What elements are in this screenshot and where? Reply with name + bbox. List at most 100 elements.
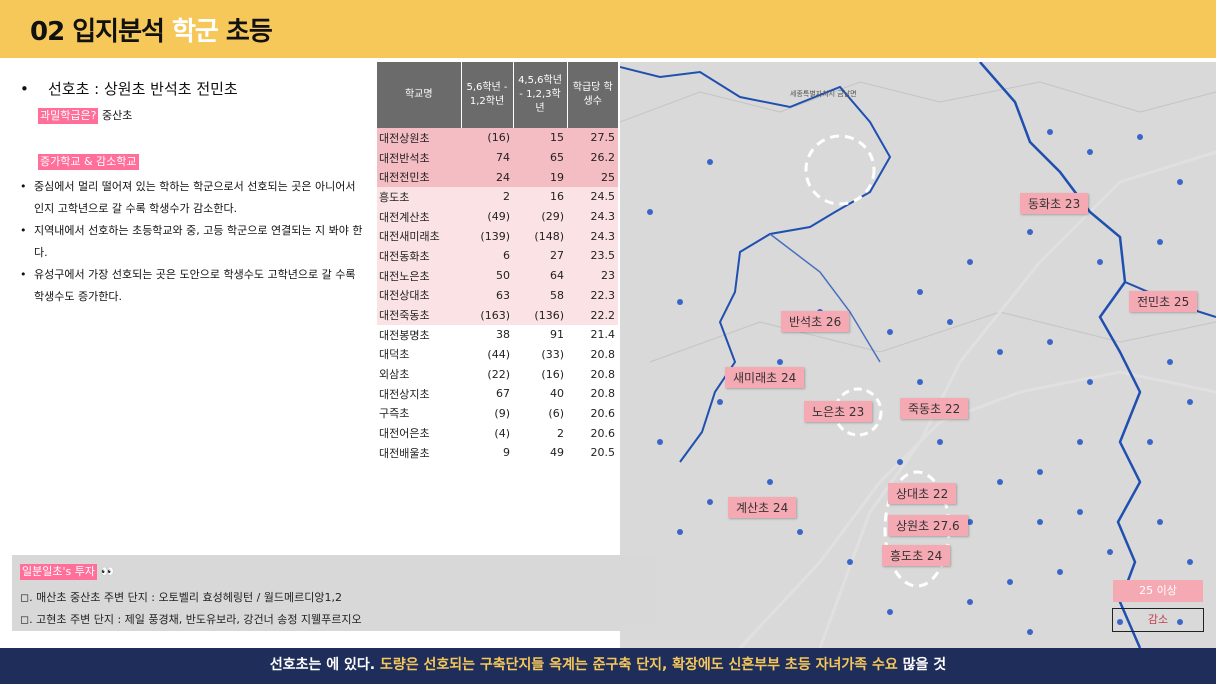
preferred-schools-text: 선호초 : 상원초 반석초 전민초 bbox=[48, 80, 238, 98]
map-label-noeun[interactable]: 노은초 23 bbox=[804, 401, 873, 422]
map-label-gyesan[interactable]: 계산초 24 bbox=[728, 497, 797, 518]
value-cell: 27 bbox=[513, 246, 567, 266]
value-cell: 20.6 bbox=[590, 406, 616, 420]
school-table-container: 학교명 5,6학년 - 1,2학년 4,5,6학년 - 1,2,3학년 학급당 … bbox=[377, 62, 618, 463]
map-label-saemirae[interactable]: 새미래초 24 bbox=[725, 367, 805, 388]
preferred-schools-heading: • 선호초 : 상원초 반석초 전민초 bbox=[20, 78, 365, 99]
footer-text-b: 도량은 선호되는 구축단지들 옥계는 준구축 단지, 확장에도 신혼부부 초등 … bbox=[379, 657, 898, 673]
value-cell: (6) bbox=[548, 406, 564, 420]
school-name-cell: 대전상원초 bbox=[377, 128, 461, 148]
value-cell: (44) bbox=[487, 347, 510, 361]
value-cell: 38 bbox=[496, 328, 510, 342]
school-name-cell: 대전전민초 bbox=[377, 167, 461, 188]
school-name-cell: 대전계산초 bbox=[377, 206, 461, 227]
value-cell: 9 bbox=[503, 446, 510, 460]
table-row: 대전새미래초 (139) (148) 24.3 bbox=[377, 226, 618, 247]
note-item: 지역내에서 선호하는 초등학교와 중, 고등 학군으로 연결되는 지 봐야 한다… bbox=[20, 220, 365, 264]
map-label-heungdo[interactable]: 흥도초 24 bbox=[882, 545, 951, 566]
note-item: 유성구에서 가장 선호되는 곳은 도안으로 학생수도 고학년으로 갈 수록 학생… bbox=[20, 264, 365, 308]
value-cell: 2 bbox=[461, 187, 513, 207]
school-name-cell: 대전노은초 bbox=[377, 265, 461, 286]
value-cell: (148) bbox=[513, 226, 567, 247]
table-row: 대전상대초 63 58 22.3 bbox=[377, 285, 618, 306]
investment-heading: 일분일초's 투자 👀 bbox=[20, 564, 649, 580]
value-cell: 49 bbox=[550, 446, 564, 460]
value-cell: (163) bbox=[461, 305, 513, 325]
value-cell: (33) bbox=[541, 347, 564, 361]
value-cell: 24.3 bbox=[567, 226, 618, 247]
value-cell: 64 bbox=[513, 265, 567, 286]
title-highlight: 학군 bbox=[172, 17, 219, 47]
value-cell: 27.5 bbox=[567, 128, 618, 148]
value-cell: 23.5 bbox=[567, 246, 618, 266]
table-row: 대전봉명초 38 91 21.4 bbox=[377, 325, 618, 345]
value-cell: 26.2 bbox=[567, 147, 618, 168]
school-student-table: 학교명 5,6학년 - 1,2학년 4,5,6학년 - 1,2,3학년 학급당 … bbox=[377, 62, 618, 463]
map-label-jeonmin[interactable]: 전민초 25 bbox=[1129, 291, 1198, 312]
value-cell: (136) bbox=[513, 305, 567, 325]
value-cell: 19 bbox=[513, 167, 567, 188]
school-name-cell: 대덕초 bbox=[379, 348, 410, 362]
table-row: 대전상지초 67 40 20.8 bbox=[377, 384, 618, 404]
value-cell: 74 bbox=[461, 147, 513, 168]
value-cell: 20.6 bbox=[590, 426, 616, 440]
bullet-dot: • bbox=[20, 80, 29, 98]
table-row: 대전노은초 50 64 23 bbox=[377, 265, 618, 286]
value-cell: 20.8 bbox=[590, 387, 616, 401]
table-row: 대덕초 (44) (33) 20.8 bbox=[377, 345, 618, 365]
school-name-cell: 대전반석초 bbox=[377, 147, 461, 168]
investment-tag: 일분일초's 투자 bbox=[20, 564, 97, 580]
town-label: 세종특별자치시 금남면 bbox=[790, 89, 857, 98]
value-cell: 15 bbox=[513, 128, 567, 148]
legend-low: 감소 bbox=[1147, 613, 1169, 626]
value-cell: 63 bbox=[461, 285, 513, 306]
school-name-cell: 대전봉명초 bbox=[379, 328, 430, 342]
analysis-notes: • 선호초 : 상원초 반석초 전민초 과밀학급은? 중산초 증가학교 & 감소학… bbox=[20, 78, 365, 308]
overcrowd-tag: 과밀학급은? bbox=[38, 108, 99, 124]
table-row: 흥도초 2 16 24.5 bbox=[377, 187, 618, 207]
value-cell: 65 bbox=[513, 147, 567, 168]
table-row: 대전어은초 (4) 2 20.6 bbox=[377, 423, 618, 443]
value-cell: 23 bbox=[567, 265, 618, 286]
value-cell: 6 bbox=[461, 246, 513, 266]
value-cell: (4) bbox=[494, 426, 510, 440]
table-row: 구즉초 (9) (6) 20.6 bbox=[377, 404, 618, 424]
value-cell: 20.5 bbox=[590, 446, 616, 460]
section-number: 02 bbox=[30, 17, 65, 47]
header-bar: 02 입지분석 학군 초등 bbox=[0, 0, 1216, 58]
value-cell: 21.4 bbox=[590, 328, 616, 342]
value-cell: 91 bbox=[550, 328, 564, 342]
value-cell: (9) bbox=[494, 406, 510, 420]
map-label-sangdae[interactable]: 상대초 22 bbox=[888, 483, 957, 504]
investment-box: 일분일초's 투자 👀 ◻. 매산초 중산초 주변 단지 : 오토벨리 효성헤링… bbox=[12, 555, 657, 631]
school-map[interactable]: 세종특별자치시 금남면 동화초 23 전민초 25 반석초 26 새미래초 24… bbox=[620, 62, 1216, 648]
map-label-banseok[interactable]: 반석초 26 bbox=[781, 311, 850, 332]
page-title: 02 입지분석 학군 초등 bbox=[30, 11, 273, 48]
school-name-cell: 대전죽동초 bbox=[377, 305, 461, 325]
eyes-icon: 👀 bbox=[100, 565, 115, 578]
note-item: 중심에서 멀리 떨어져 있는 학하는 학군으로서 선호되는 곳은 아니어서인지 … bbox=[20, 176, 365, 220]
footer-bar: 선호초는 에 있다. 도량은 선호되는 구축단지들 옥계는 준구축 단지, 확장… bbox=[0, 648, 1216, 684]
investment-line: ◻. 매산초 중산초 주변 단지 : 오토벨리 효성헤링턴 / 월드메르디앙1,… bbox=[20, 591, 343, 604]
table-row: 외삼초 (22) (16) 20.8 bbox=[377, 364, 618, 384]
col-header-diff-56-12: 5,6학년 - 1,2학년 bbox=[460, 62, 513, 128]
legend-high: 25 이상 bbox=[1113, 580, 1203, 602]
table-row: 대전동화초 6 27 23.5 bbox=[377, 246, 618, 266]
footer-text-a: 선호초는 에 있다. bbox=[269, 657, 376, 673]
growth-tag: 증가학교 & 감소학교 bbox=[38, 154, 139, 170]
value-cell: 24.5 bbox=[567, 187, 618, 207]
col-header-class-size: 학급당 학생수 bbox=[566, 62, 618, 128]
school-name-cell: 대전배울초 bbox=[379, 446, 430, 460]
value-cell: 16 bbox=[513, 187, 567, 207]
map-label-sangwon[interactable]: 상원초 27.6 bbox=[888, 515, 968, 536]
value-cell: 67 bbox=[496, 387, 510, 401]
school-name-cell: 대전상대초 bbox=[377, 285, 461, 306]
value-cell: 2 bbox=[557, 426, 564, 440]
map-label-donghwa[interactable]: 동화초 23 bbox=[1020, 193, 1089, 214]
col-header-diff-456-123: 4,5,6학년 - 1,2,3학년 bbox=[512, 62, 567, 128]
value-cell: (22) bbox=[487, 367, 510, 381]
map-label-jukdong[interactable]: 죽동초 22 bbox=[900, 398, 969, 419]
table-header-row: 학교명 5,6학년 - 1,2학년 4,5,6학년 - 1,2,3학년 학급당 … bbox=[377, 62, 618, 128]
table-row: 대전계산초 (49) (29) 24.3 bbox=[377, 206, 618, 227]
value-cell: 22.2 bbox=[567, 305, 618, 325]
